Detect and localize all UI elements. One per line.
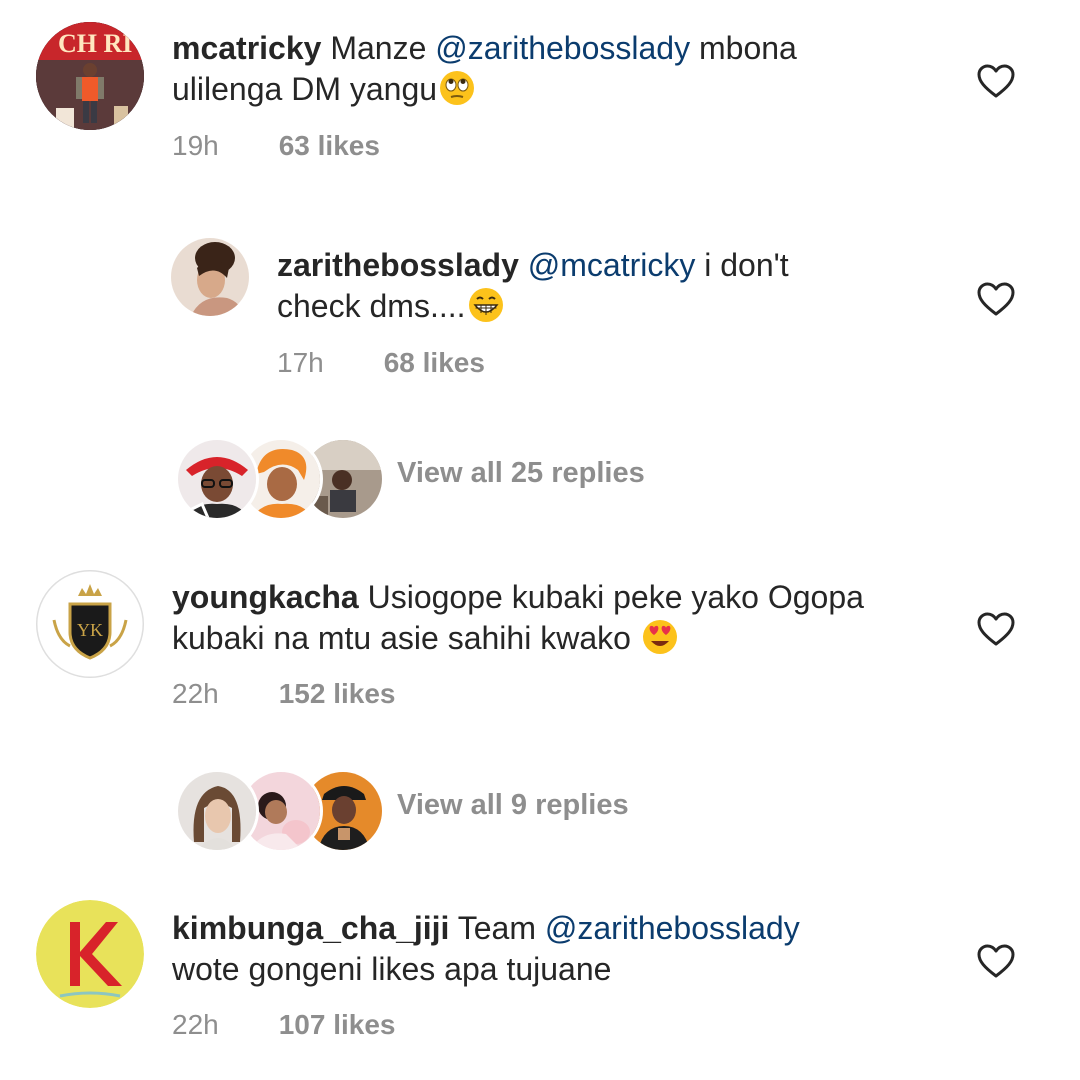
heart-eyes-emoji-icon <box>642 620 677 654</box>
avatar-monogram: YK <box>77 620 103 640</box>
comment-body-part: Team <box>449 910 545 946</box>
comment-time: 22h <box>172 1009 219 1040</box>
comment-body-line2: check dms.... <box>277 288 466 324</box>
view-all-replies-link[interactable]: View all 25 replies <box>397 457 645 490</box>
reply-avatar <box>175 769 259 853</box>
comment-meta: 17h 68 likes <box>277 347 485 379</box>
comment-likes[interactable]: 68 likes <box>384 347 485 379</box>
comment-body-line2: wote gongeni likes apa tujuane <box>172 951 612 987</box>
comment-meta: 22h 152 likes <box>172 678 396 710</box>
avatar-mcatricky[interactable]: CH RI <box>36 22 144 130</box>
comment-likes[interactable]: 107 likes <box>279 1009 396 1041</box>
reply-avatars <box>175 765 385 853</box>
comment-text: youngkacha Usiogope kubaki peke yako Ogo… <box>172 577 952 659</box>
comment-username[interactable]: youngkacha <box>172 579 359 615</box>
comment-body-part: Manze <box>330 30 436 66</box>
comment-username[interactable]: kimbunga_cha_jiji <box>172 910 449 946</box>
avatar-image: CH RI <box>36 22 144 130</box>
comment-time: 19h <box>172 130 219 161</box>
comment-username[interactable]: mcatricky <box>172 30 321 66</box>
comment-time: 22h <box>172 678 219 709</box>
comment-meta: 19h 63 likes <box>172 130 380 162</box>
avatar-youngkacha[interactable]: YK <box>36 570 144 678</box>
avatar-sign-text: CH RI <box>58 29 132 58</box>
like-heart-icon[interactable] <box>976 280 1016 320</box>
comment-body-line2: kubaki na mtu asie sahihi kwako <box>172 620 640 656</box>
view-replies-row[interactable]: View all 25 replies <box>0 433 1080 521</box>
comment-body-part: i don't <box>695 247 789 283</box>
view-replies-row[interactable]: View all 9 replies <box>0 765 1080 853</box>
comment-body-line2: ulilenga DM yangu <box>172 71 438 107</box>
comment-body-part: Usiogope kubaki peke yako Ogopa <box>358 579 864 615</box>
like-heart-icon[interactable] <box>976 610 1016 650</box>
mention-link[interactable]: @zarithebosslady <box>435 30 690 66</box>
comment-time: 17h <box>277 347 324 378</box>
comment-username[interactable]: zarithebosslady <box>277 247 519 283</box>
like-heart-icon[interactable] <box>976 62 1016 102</box>
mention-link[interactable]: @mcatricky <box>528 247 696 283</box>
comment-likes[interactable]: 152 likes <box>279 678 396 710</box>
view-all-replies-link[interactable]: View all 9 replies <box>397 789 629 822</box>
reply-avatars <box>175 433 385 521</box>
avatar-kimbunga-cha-jiji[interactable]: K <box>36 900 144 1008</box>
avatar-image: YK <box>36 570 144 678</box>
comment-text: mcatricky Manze @zarithebosslady mbona u… <box>172 28 932 110</box>
comment-likes[interactable]: 63 likes <box>279 130 380 162</box>
comment-meta: 22h 107 likes <box>172 1009 396 1041</box>
mention-link[interactable]: @zarithebosslady <box>545 910 800 946</box>
grinning-face-emoji-icon <box>468 288 503 322</box>
avatar-image: K <box>36 900 144 1008</box>
comment-text: zarithebosslady @mcatricky i don't check… <box>277 245 957 327</box>
avatar-image <box>171 238 249 316</box>
comment-body-part: mbona <box>690 30 797 66</box>
rolling-eyes-emoji-icon <box>440 71 475 105</box>
like-heart-icon[interactable] <box>976 942 1016 982</box>
avatar-zarithebosslady[interactable] <box>171 238 249 316</box>
reply-avatar <box>175 437 259 521</box>
comment-text: kimbunga_cha_jiji Team @zarithebosslady … <box>172 908 952 990</box>
